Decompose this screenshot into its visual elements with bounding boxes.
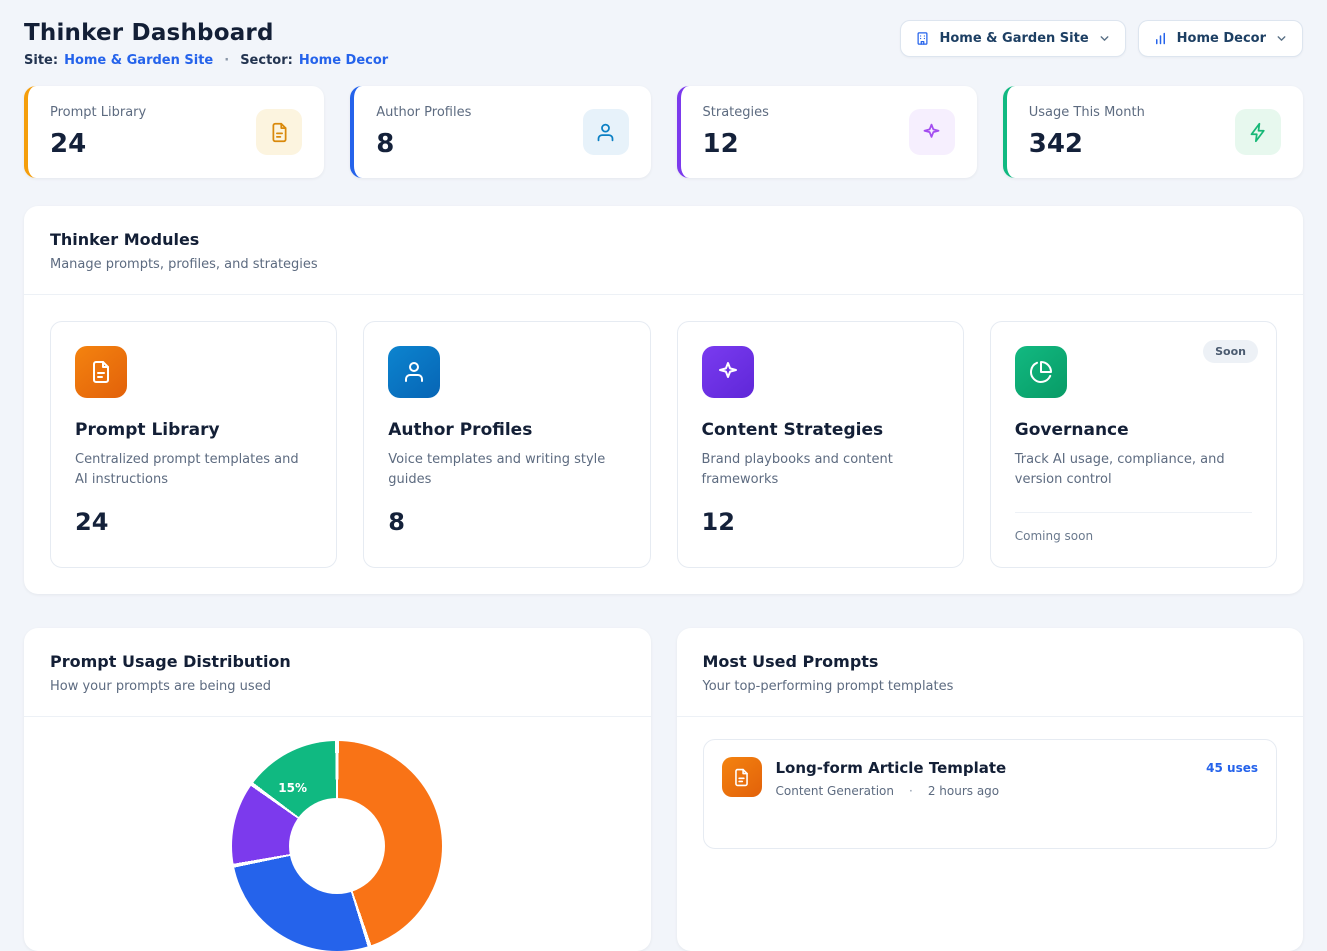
stat-label: Strategies [703,105,769,120]
building-icon [915,31,930,46]
pie-chart-icon [1015,346,1067,398]
stat-value: 8 [376,129,471,159]
donut-ring: 15% [232,741,442,951]
document-icon [75,346,127,398]
thinker-modules-header: Thinker Modules Manage prompts, profiles… [24,206,1303,294]
prompt-title: Long-form Article Template [776,759,1193,777]
section-title: Thinker Modules [50,230,1277,249]
sector-selector-dropdown[interactable]: Home Decor [1138,20,1303,57]
stat-card-strategies: Strategies 12 [677,86,977,178]
module-card-governance[interactable]: Soon Governance Track AI usage, complian… [990,321,1277,568]
chevron-down-icon [1098,32,1111,45]
stat-text: Usage This Month 342 [1029,105,1145,159]
section-title: Most Used Prompts [703,652,1278,671]
site-selector-label: Home & Garden Site [939,31,1088,46]
stat-text: Strategies 12 [703,105,769,159]
module-card-content-strategies[interactable]: Content Strategies Brand playbooks and c… [677,321,964,568]
thinker-modules-panel: Thinker Modules Manage prompts, profiles… [24,206,1303,594]
stat-text: Prompt Library 24 [50,105,146,159]
sector-selector-label: Home Decor [1177,31,1266,46]
section-subtitle: Your top-performing prompt templates [703,679,1278,694]
separator-dot: · [909,784,913,798]
document-icon [256,109,302,155]
coming-soon-text: Coming soon [1015,512,1252,543]
prompt-meta: Content Generation · 2 hours ago [776,784,1193,798]
module-title: Governance [1015,420,1252,440]
person-icon [583,109,629,155]
divider [677,716,1304,717]
stat-value: 12 [703,129,769,159]
module-card-author-profiles[interactable]: Author Profiles Voice templates and writ… [363,321,650,568]
prompt-category: Content Generation [776,784,894,798]
breadcrumb: Site: Home & Garden Site · Sector: Home … [24,53,388,68]
prompt-uses-badge: 45 uses [1206,757,1258,775]
lightning-icon [1235,109,1281,155]
header: Thinker Dashboard Site: Home & Garden Si… [24,20,1303,68]
sparkle-star-icon [909,109,955,155]
module-count: 8 [388,508,625,536]
stat-label: Author Profiles [376,105,471,120]
stats-row: Prompt Library 24 Author Profiles 8 Stra… [24,86,1303,178]
section-title: Prompt Usage Distribution [50,652,625,671]
stat-card-usage: Usage This Month 342 [1003,86,1303,178]
title-block: Thinker Dashboard Site: Home & Garden Si… [24,20,388,68]
module-title: Content Strategies [702,420,939,440]
prompt-list-item[interactable]: Long-form Article Template Content Gener… [703,739,1278,849]
stat-label: Prompt Library [50,105,146,120]
module-description: Track AI usage, compliance, and version … [1015,450,1252,490]
most-used-prompts-header: Most Used Prompts Your top-performing pr… [677,628,1304,716]
person-icon [388,346,440,398]
site-link[interactable]: Home & Garden Site [64,53,213,68]
prompt-usage-header: Prompt Usage Distribution How your promp… [24,628,651,716]
module-title: Prompt Library [75,420,312,440]
module-count: 12 [702,508,939,536]
module-description: Brand playbooks and content frameworks [702,450,939,490]
stat-value: 342 [1029,129,1145,159]
donut-chart: 15% [24,717,651,951]
donut-hole [289,798,385,894]
module-description: Voice templates and writing style guides [388,450,625,490]
section-subtitle: Manage prompts, profiles, and strategies [50,257,1277,272]
site-label: Site: [24,53,58,68]
chevron-down-icon [1275,32,1288,45]
prompt-usage-panel: Prompt Usage Distribution How your promp… [24,628,651,951]
soon-badge: Soon [1203,340,1258,363]
sector-label: Sector: [240,53,293,68]
stat-card-prompt-library: Prompt Library 24 [24,86,324,178]
site-selector-dropdown[interactable]: Home & Garden Site [900,20,1125,57]
sector-link[interactable]: Home Decor [299,53,388,68]
bottom-row: Prompt Usage Distribution How your promp… [24,628,1303,951]
module-count: 24 [75,508,312,536]
stat-label: Usage This Month [1029,105,1145,120]
prompt-time: 2 hours ago [928,784,999,798]
separator-dot: · [224,53,229,68]
top-actions: Home & Garden Site Home Decor [900,20,1303,57]
modules-grid: Prompt Library Centralized prompt templa… [24,295,1303,594]
prompt-info: Long-form Article Template Content Gener… [776,757,1193,798]
sparkle-star-icon [702,346,754,398]
document-icon [722,757,762,797]
donut-segment-label: 15% [278,781,307,795]
module-description: Centralized prompt templates and AI inst… [75,450,312,490]
stat-value: 24 [50,129,146,159]
stat-card-author-profiles: Author Profiles 8 [350,86,650,178]
most-used-prompts-panel: Most Used Prompts Your top-performing pr… [677,628,1304,951]
module-card-prompt-library[interactable]: Prompt Library Centralized prompt templa… [50,321,337,568]
section-subtitle: How your prompts are being used [50,679,625,694]
module-title: Author Profiles [388,420,625,440]
page-title: Thinker Dashboard [24,20,388,46]
stat-text: Author Profiles 8 [376,105,471,159]
bar-chart-icon [1153,31,1168,46]
